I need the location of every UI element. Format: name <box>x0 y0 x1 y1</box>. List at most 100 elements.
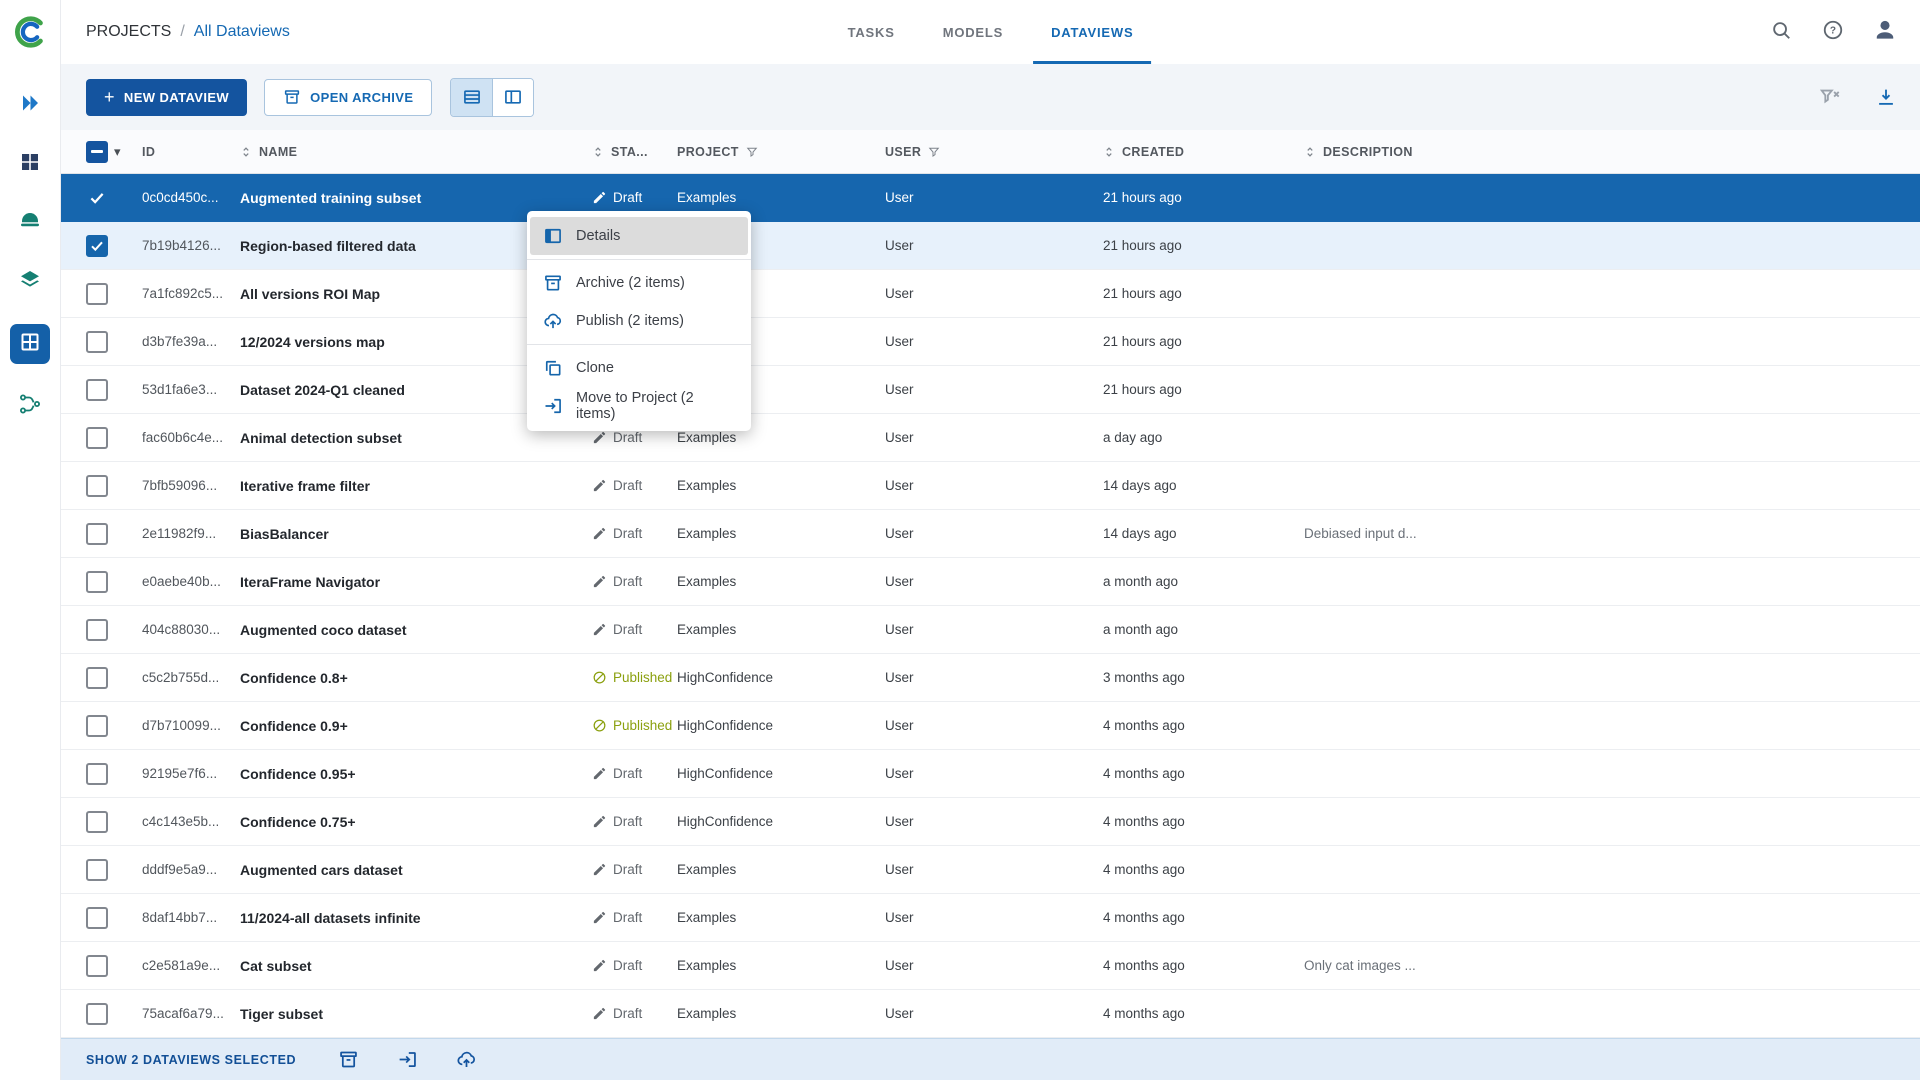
table-row[interactable]: 2e11982f9... BiasBalancer Draft Examples… <box>61 510 1920 558</box>
sidebar-item-pipelines[interactable] <box>13 389 47 423</box>
menu-item-archive-2-items[interactable]: Archive (2 items) <box>530 264 748 302</box>
sidebar <box>0 0 61 1080</box>
table-row[interactable]: d3b7fe39a... 12/2024 versions map User 2… <box>61 318 1920 366</box>
table-row[interactable]: dddf9e5a9... Augmented cars dataset Draf… <box>61 846 1920 894</box>
move-to-project-button[interactable] <box>397 1049 418 1070</box>
cell-id: d7b710099... <box>142 718 240 733</box>
cell-id: 2e11982f9... <box>142 526 240 541</box>
table-row[interactable]: 404c88030... Augmented coco dataset Draf… <box>61 606 1920 654</box>
row-checkbox[interactable] <box>86 187 108 209</box>
chevrons-icon <box>18 91 42 120</box>
breadcrumb-projects[interactable]: PROJECTS <box>86 23 171 41</box>
row-checkbox[interactable] <box>86 331 108 353</box>
selection-summary[interactable]: SHOW 2 DATAVIEWS SELECTED <box>86 1053 296 1067</box>
cell-user: User <box>885 526 1103 541</box>
menu-item-move-to-project-2-items[interactable]: Move to Project (2 items) <box>530 387 748 425</box>
column-header-created[interactable]: CREATED <box>1103 145 1304 159</box>
menu-item-label: Details <box>576 228 620 244</box>
row-checkbox[interactable] <box>86 619 108 641</box>
cell-created: a day ago <box>1103 430 1304 445</box>
table-row[interactable]: c2e581a9e... Cat subset Draft Examples U… <box>61 942 1920 990</box>
selection-dropdown-caret[interactable]: ▾ <box>114 145 121 158</box>
row-checkbox[interactable] <box>86 715 108 737</box>
cell-project: Examples <box>677 622 885 637</box>
split-view-button[interactable] <box>492 79 533 116</box>
sidebar-item-datasets[interactable] <box>13 265 47 299</box>
publish-button[interactable] <box>456 1049 477 1070</box>
table-row[interactable]: d7b710099... Confidence 0.9+ Published H… <box>61 702 1920 750</box>
tab-dataviews[interactable]: DATAVIEWS <box>1049 0 1135 64</box>
table-row[interactable]: 7bfb59096... Iterative frame filter Draf… <box>61 462 1920 510</box>
topbar-actions: ? <box>1768 19 1898 45</box>
row-checkbox[interactable] <box>86 1003 108 1025</box>
cell-name: BiasBalancer <box>240 526 592 542</box>
menu-item-details[interactable]: Details <box>530 217 748 255</box>
table-row[interactable]: c5c2b755d... Confidence 0.8+ Published H… <box>61 654 1920 702</box>
menu-item-publish-2-items[interactable]: Publish (2 items) <box>530 302 748 340</box>
sidebar-item-projects[interactable] <box>13 147 47 181</box>
app-logo[interactable] <box>0 0 61 64</box>
search-icon[interactable] <box>1768 19 1794 45</box>
column-header-user[interactable]: USER <box>885 145 1103 159</box>
cell-user: User <box>885 478 1103 493</box>
row-checkbox[interactable] <box>86 427 108 449</box>
cell-created: 21 hours ago <box>1103 238 1304 253</box>
menu-item-clone[interactable]: Clone <box>530 349 748 387</box>
open-archive-button[interactable]: OPEN ARCHIVE <box>264 79 432 116</box>
sidebar-item-workers[interactable] <box>13 206 47 240</box>
row-checkbox[interactable] <box>86 283 108 305</box>
filter-icon[interactable] <box>746 146 758 158</box>
clear-filters-button[interactable] <box>1818 85 1842 109</box>
row-checkbox[interactable] <box>86 523 108 545</box>
row-checkbox[interactable] <box>86 955 108 977</box>
archive-icon <box>543 273 563 293</box>
menu-divider <box>527 344 751 345</box>
row-checkbox[interactable] <box>86 379 108 401</box>
tab-tasks[interactable]: TASKS <box>846 0 897 64</box>
user-avatar-icon[interactable] <box>1872 19 1898 45</box>
sidebar-item-getting-started[interactable] <box>13 88 47 122</box>
row-checkbox[interactable] <box>86 571 108 593</box>
column-header-status[interactable]: STA... <box>592 145 677 159</box>
column-header-description[interactable]: DESCRIPTION <box>1304 145 1920 159</box>
column-header-project[interactable]: PROJECT <box>677 145 885 159</box>
sort-icon <box>1304 146 1316 158</box>
row-checkbox[interactable] <box>86 859 108 881</box>
sort-icon <box>592 146 604 158</box>
tab-models[interactable]: MODELS <box>941 0 1005 64</box>
row-checkbox[interactable] <box>86 763 108 785</box>
select-all-checkbox[interactable] <box>86 141 108 163</box>
breadcrumb-all-dataviews[interactable]: All Dataviews <box>194 23 290 41</box>
cell-created: 21 hours ago <box>1103 286 1304 301</box>
filter-icon[interactable] <box>928 146 940 158</box>
table-row[interactable]: 0c0cd450c... Augmented training subset D… <box>61 174 1920 222</box>
cell-project: Examples <box>677 190 885 205</box>
row-checkbox[interactable] <box>86 907 108 929</box>
table-row[interactable]: 75acaf6a79... Tiger subset Draft Example… <box>61 990 1920 1038</box>
table-row[interactable]: 53d1fa6e3... Dataset 2024-Q1 cleaned Use… <box>61 366 1920 414</box>
cell-status: Published <box>592 670 677 685</box>
status-label: Draft <box>613 526 642 541</box>
column-header-name[interactable]: NAME <box>240 145 592 159</box>
new-dataview-button[interactable]: + NEW DATAVIEW <box>86 79 247 116</box>
table-row[interactable]: 7b19b4126... Region-based filtered data … <box>61 222 1920 270</box>
sidebar-item-dataviews[interactable] <box>10 324 50 364</box>
help-icon[interactable]: ? <box>1820 19 1846 45</box>
draft-pencil-icon <box>592 622 607 637</box>
archive-button[interactable] <box>338 1049 359 1070</box>
table-row[interactable]: 92195e7f6... Confidence 0.95+ Draft High… <box>61 750 1920 798</box>
table-row[interactable]: fac60b6c4e... Animal detection subset Dr… <box>61 414 1920 462</box>
row-checkbox[interactable] <box>86 811 108 833</box>
table-row[interactable]: c4c143e5b... Confidence 0.75+ Draft High… <box>61 798 1920 846</box>
cell-id: fac60b6c4e... <box>142 430 240 445</box>
download-button[interactable] <box>1874 85 1898 109</box>
row-checkbox[interactable] <box>86 235 108 257</box>
column-header-id[interactable]: ID <box>142 145 240 159</box>
row-checkbox[interactable] <box>86 667 108 689</box>
table-view-button[interactable] <box>451 79 492 116</box>
top-bar: PROJECTS / All Dataviews TASKSMODELSDATA… <box>61 0 1920 64</box>
table-row[interactable]: e0aebe40b... IteraFrame Navigator Draft … <box>61 558 1920 606</box>
table-row[interactable]: 8daf14bb7... 11/2024-all datasets infini… <box>61 894 1920 942</box>
table-row[interactable]: 7a1fc892c5... All versions ROI Map User … <box>61 270 1920 318</box>
row-checkbox[interactable] <box>86 475 108 497</box>
